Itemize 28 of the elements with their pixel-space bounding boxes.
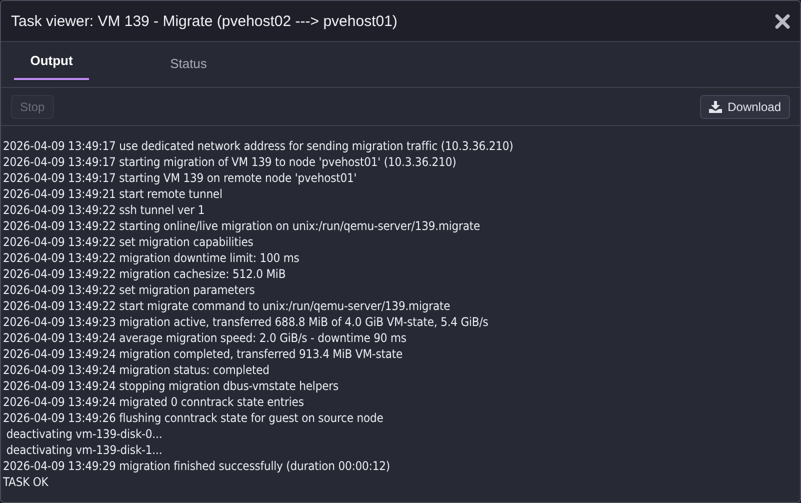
- log-line: TASK OK: [3, 474, 50, 490]
- download-button[interactable]: Download: [700, 94, 790, 118]
- log-line: 2026-04-09 13:49:22 start migrate command to unix:/run/qemu-server/139.migrate: [3, 298, 452, 314]
- log-line: 2026-04-09 13:49:22 migration downtime limit: 100 ms: [3, 250, 300, 266]
- log-line: 2026-04-09 13:49:22 ssh tunnel ver 1: [3, 202, 206, 218]
- tab[interactable]: Output: [14, 42, 89, 80]
- log-line: 2026-04-09 13:49:22 set migration parameters: [3, 282, 256, 298]
- close-icon[interactable]: [775, 14, 790, 28]
- log-line: 2026-04-09 13:49:17 starting migration of VM 139 to node 'pvehost01' (10.3.36.210): [3, 154, 458, 170]
- log-line: 2026-04-09 13:49:21 start remote tunnel: [3, 186, 224, 202]
- log-line: 2026-04-09 13:49:17 use dedicated network address for sending migration traffic (10.3.36.210): [3, 138, 514, 154]
- log-line: 2026-04-09 13:49:24 migrated 0 conntrack state entries: [3, 394, 305, 410]
- log-line: 2026-04-09 13:49:24 migration status: completed: [3, 362, 270, 378]
- log-line: 2026-04-09 13:49:17 starting VM 139 on remote node 'pvehost01': [3, 170, 358, 186]
- log-line: deactivating vm-139-disk-0...: [5, 426, 164, 442]
- tab[interactable]: Status: [151, 42, 226, 87]
- log-line: deactivating vm-139-disk-1...: [5, 442, 164, 458]
- log-line: 2026-04-09 13:49:23 migration active, transferred 688.8 MiB of 4.0 GiB VM-state, 5.4 GiB/s: [3, 314, 490, 330]
- log-line: 2026-04-09 13:49:24 migration completed, transferred 913.4 MiB VM-state: [3, 346, 404, 362]
- download-icon: [708, 100, 722, 112]
- log-line: 2026-04-09 13:49:22 set migration capabilities: [3, 234, 254, 250]
- window-title: Task viewer: VM 139 - Migrate (pvehost02 ---> pvehost01): [11, 12, 398, 30]
- log-line: 2026-04-09 13:49:22 migration cachesize: 512.0 MiB: [3, 266, 287, 282]
- log-line: 2026-04-09 13:49:24 stopping migration dbus-vmstate helpers: [3, 378, 340, 394]
- log-line: 2026-04-09 13:49:24 average migration speed: 2.0 GiB/s - downtime 90 ms: [3, 330, 408, 346]
- log-line: 2026-04-09 13:49:26 flushing conntrack state for guest on source node: [3, 410, 384, 426]
- log-line: 2026-04-09 13:49:22 starting online/live migration on unix:/run/qemu-server/139.migrate: [3, 218, 482, 234]
- log-line: 2026-04-09 13:49:29 migration finished successfully (duration 00:00:12): [3, 458, 391, 474]
